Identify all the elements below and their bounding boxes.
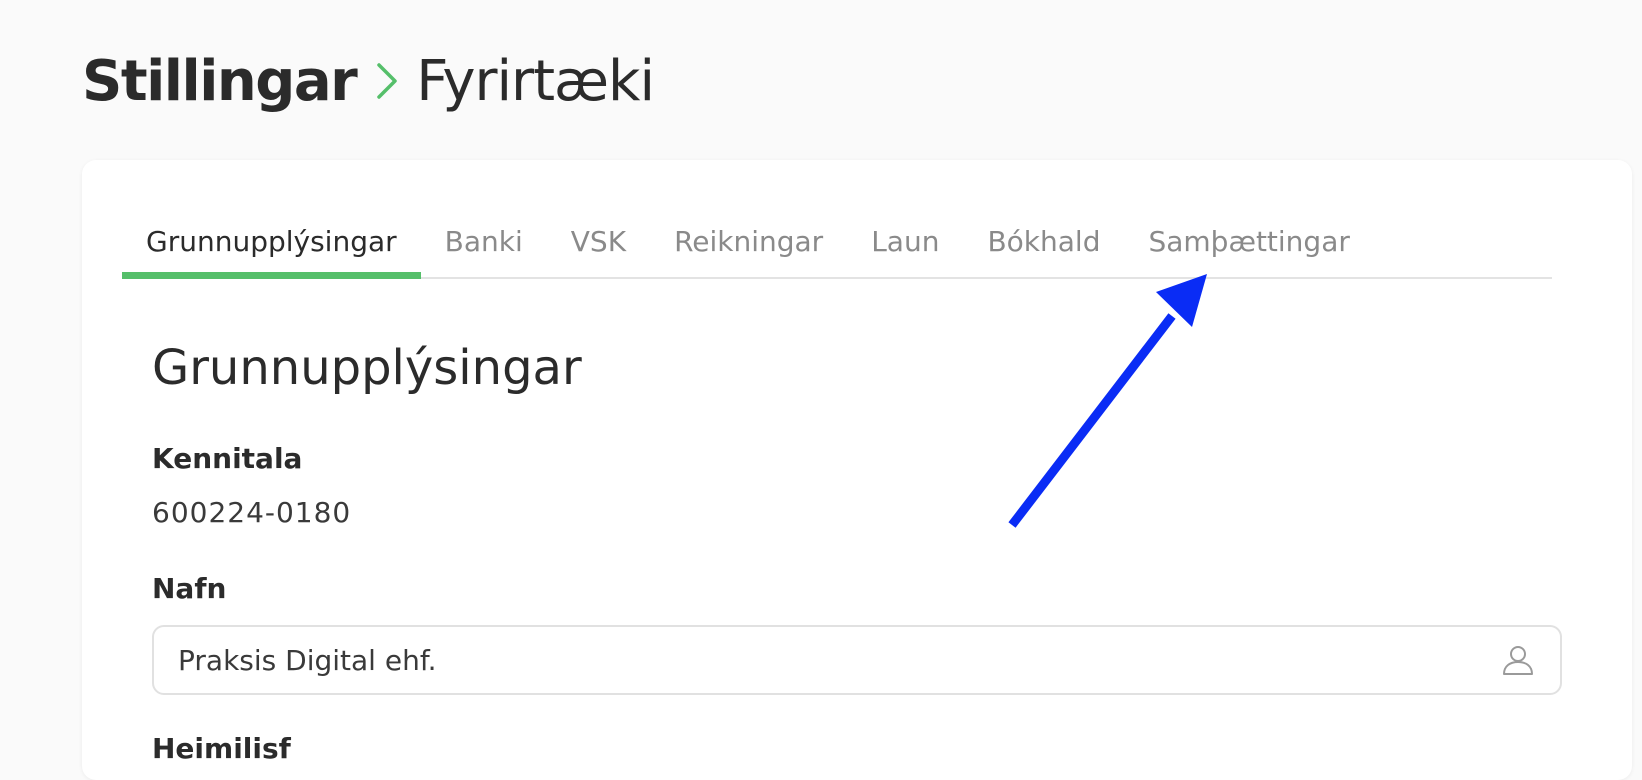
tab-bokhald[interactable]: Bókhald <box>963 220 1124 277</box>
tab-laun[interactable]: Laun <box>847 220 963 277</box>
tab-vsk[interactable]: VSK <box>547 220 650 277</box>
kennitala-value: 600224-0180 <box>152 496 352 529</box>
breadcrumb: Stillingar Fyrirtæki <box>82 46 655 116</box>
chevron-right-icon <box>376 62 398 100</box>
section-title: Grunnupplýsingar <box>152 340 582 396</box>
settings-card: Grunnupplýsingar Banki VSK Reikningar La… <box>82 160 1632 780</box>
tab-grunnupplysingar[interactable]: Grunnupplýsingar <box>122 220 421 279</box>
nafn-input[interactable] <box>154 627 1500 693</box>
breadcrumb-parent[interactable]: Stillingar <box>82 49 358 114</box>
heimilisfang-label: Heimilisf <box>152 732 291 765</box>
tab-banki[interactable]: Banki <box>421 220 547 277</box>
nafn-label: Nafn <box>152 572 227 605</box>
kennitala-label: Kennitala <box>152 442 303 475</box>
nafn-field[interactable] <box>152 625 1562 695</box>
tab-sambaettingar[interactable]: Samþættingar <box>1124 220 1373 277</box>
user-icon <box>1500 642 1536 678</box>
tab-reikningar[interactable]: Reikningar <box>650 220 847 277</box>
tab-bar: Grunnupplýsingar Banki VSK Reikningar La… <box>122 220 1552 279</box>
breadcrumb-current: Fyrirtæki <box>416 48 655 114</box>
